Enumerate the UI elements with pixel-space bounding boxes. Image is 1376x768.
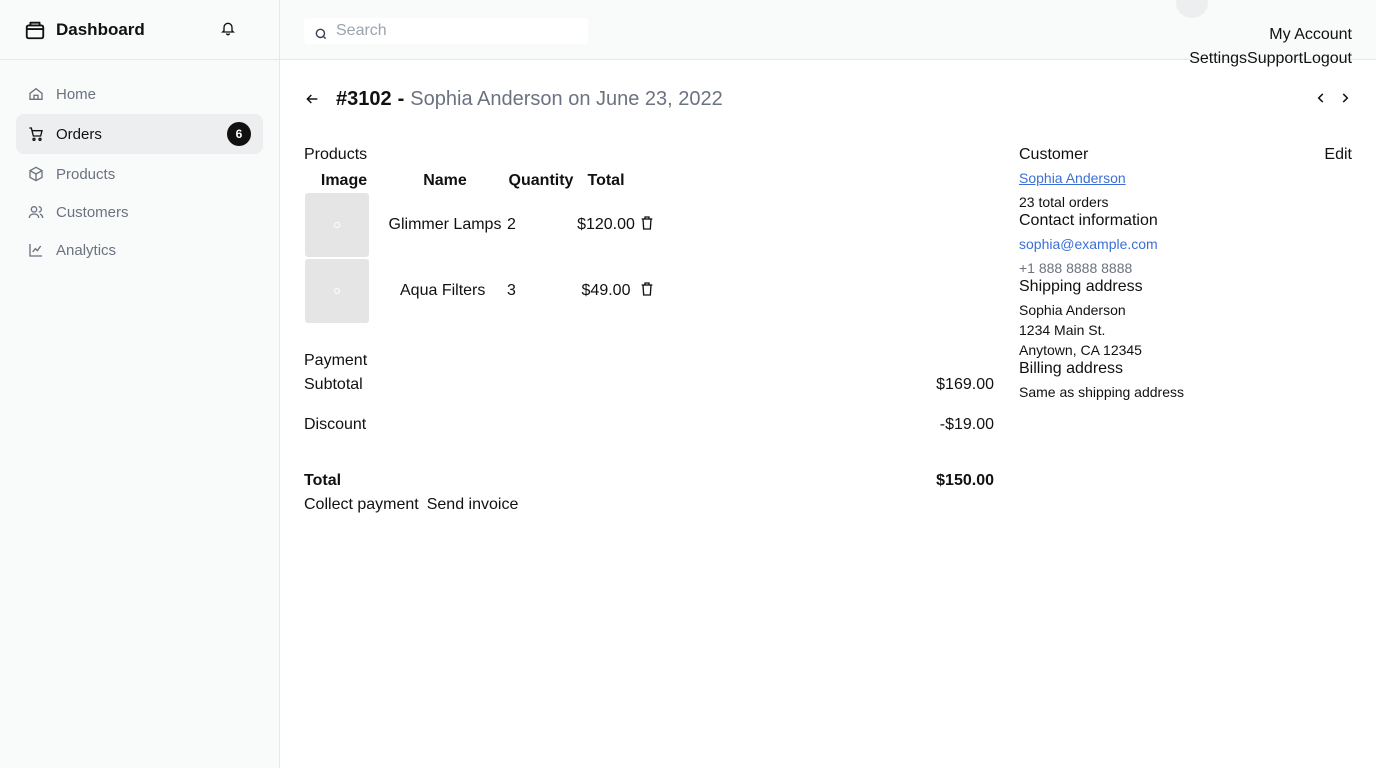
product-image [305, 259, 369, 323]
contact-title: Contact information [1019, 212, 1158, 229]
discount-label: Discount [304, 416, 367, 433]
sidebar-item-label: Customers [56, 203, 129, 221]
customer-panel: Customer Edit Sophia Anderson 23 total o… [1019, 146, 1352, 402]
order-header: #3102 - Sophia Anderson on June 23, 2022 [304, 86, 1352, 112]
product-image [305, 193, 369, 257]
sidebar-item-label: Home [56, 85, 97, 103]
product-total: $120.00 [577, 216, 635, 233]
sidebar-item-analytics[interactable]: Analytics [16, 232, 263, 268]
sidebar-item-home[interactable]: Home [16, 76, 263, 112]
product-quantity: 3 [507, 282, 516, 299]
shipping-line: 1234 Main St. [1019, 322, 1106, 338]
sidebar-item-label: Orders [56, 125, 102, 143]
shipping-line: Sophia Anderson [1019, 302, 1126, 318]
billing-title: Billing address [1019, 360, 1124, 377]
subtotal-label: Subtotal [304, 376, 363, 393]
my-account-label[interactable]: My Account [1269, 26, 1352, 44]
product-name: Aqua Filters [400, 282, 486, 299]
column-header-image: Image [320, 172, 368, 189]
package-icon [28, 166, 44, 182]
order-pager [1314, 91, 1352, 105]
customer-phone: +1 888 8888 8888 [1019, 260, 1133, 276]
sidebar-item-customers[interactable]: Customers [16, 194, 263, 230]
store-icon[interactable] [24, 19, 46, 41]
products-title: Products [304, 146, 368, 163]
sidebar-item-orders[interactable]: Orders 6 [16, 114, 263, 154]
order-separator: - [397, 87, 405, 110]
order-subtitle: Sophia Anderson on June 23, 2022 [410, 87, 723, 110]
orders-count-badge: 6 [227, 122, 251, 146]
bell-icon[interactable] [220, 20, 240, 40]
subtotal-row: Subtotal $169.00 [304, 376, 994, 394]
sidebar-item-label: Analytics [56, 241, 117, 259]
discount-value: -$19.00 [939, 416, 994, 433]
line-chart-icon [28, 242, 44, 258]
table-row: Glimmer Lamps 2 $120.00 [304, 192, 660, 258]
search-box [304, 18, 588, 44]
shipping-title: Shipping address [1019, 278, 1143, 295]
total-row: Total $150.00 [304, 472, 994, 490]
table-header-row: Image Name Quantity Total [304, 170, 660, 192]
avatar[interactable] [1176, 0, 1208, 18]
customer-header: Customer Edit [1019, 146, 1352, 168]
sidebar-nav: Home Orders 6 Products Customers Analyti… [0, 60, 279, 286]
customer-name-link[interactable]: Sophia Anderson [1019, 168, 1352, 188]
customer-title: Customer [1019, 146, 1089, 163]
discount-row: Discount -$19.00 [304, 416, 994, 434]
logout-link[interactable]: Logout [1303, 50, 1352, 68]
edit-button[interactable]: Edit [1324, 146, 1352, 168]
total-label: Total [304, 472, 342, 489]
chevron-left-icon[interactable] [1314, 91, 1328, 105]
brand-header: Dashboard [0, 0, 279, 60]
sidebar-item-products[interactable]: Products [16, 156, 263, 192]
product-quantity: 2 [507, 216, 516, 233]
sidebar: Dashboard Home Orders 6 Products Custome… [0, 0, 280, 768]
payment-title: Payment [304, 352, 368, 369]
users-icon [28, 204, 44, 220]
send-invoice-button[interactable]: Send invoice [427, 496, 519, 514]
chevron-right-icon[interactable] [1338, 91, 1352, 105]
brand-title[interactable]: Dashboard [56, 20, 145, 40]
shipping-line: Anytown, CA 12345 [1019, 342, 1142, 358]
sidebar-item-label: Products [56, 165, 116, 183]
support-link[interactable]: Support [1247, 50, 1303, 68]
table-row: Aqua Filters 3 $49.00 [304, 258, 660, 324]
arrow-left-icon[interactable] [304, 91, 320, 107]
home-icon [28, 86, 44, 102]
column-header-total: Total [587, 172, 625, 189]
product-name: Glimmer Lamps [388, 216, 502, 233]
product-total: $49.00 [581, 282, 631, 299]
account-menu: Settings Support Logout [1189, 50, 1352, 68]
trash-icon[interactable] [639, 281, 655, 297]
search-icon [314, 27, 328, 41]
billing-address: Same as shipping address [1019, 384, 1184, 400]
column-header-actions [636, 170, 660, 192]
column-header-quantity: Quantity [508, 172, 574, 189]
customer-order-count: 23 total orders [1019, 194, 1109, 210]
topbar: My Account Settings Support Logout [280, 0, 1376, 67]
column-header-name: Name [423, 172, 467, 189]
search-input[interactable] [336, 18, 576, 44]
subtotal-value: $169.00 [936, 376, 994, 393]
total-value: $150.00 [936, 472, 994, 489]
settings-link[interactable]: Settings [1189, 50, 1247, 68]
payment-actions: Collect payment Send invoice [304, 496, 518, 514]
order-number: #3102 [336, 87, 392, 110]
trash-icon[interactable] [639, 215, 655, 231]
products-table: Image Name Quantity Total Glimmer Lamps … [304, 170, 660, 324]
cart-icon [28, 126, 44, 142]
customer-email[interactable]: sophia@example.com [1019, 234, 1352, 254]
collect-payment-button[interactable]: Collect payment [304, 496, 419, 514]
